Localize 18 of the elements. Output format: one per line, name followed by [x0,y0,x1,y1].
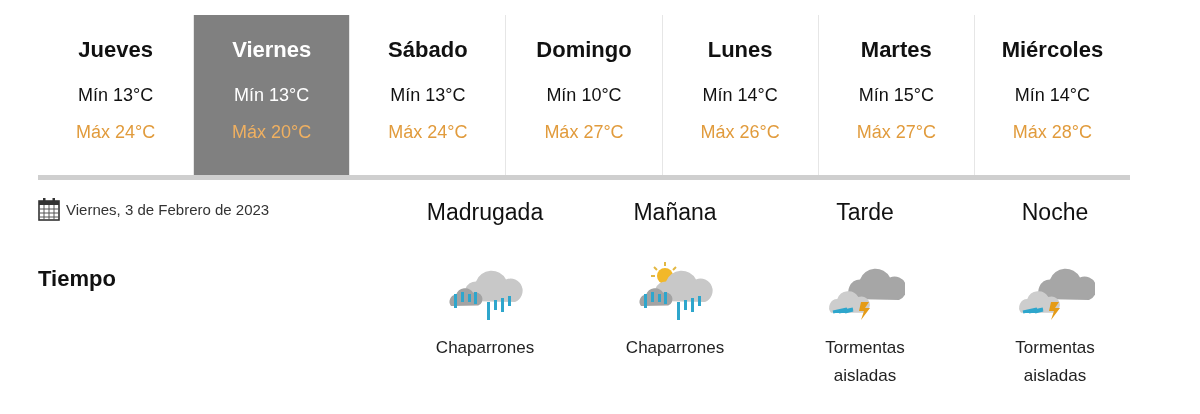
day-tab[interactable]: Jueves Mín 13°C Máx 24°C [38,15,194,175]
day-tab[interactable]: Domingo Mín 10°C Máx 27°C [505,15,662,175]
day-tab[interactable]: Miércoles Mín 14°C Máx 28°C [973,15,1130,175]
condition-label: Tormentas aisladas [824,337,906,387]
day-tab[interactable]: Sábado Mín 13°C Máx 24°C [349,15,506,175]
condition-label: Chaparrones [624,337,726,359]
condition-label: Chaparrones [434,337,536,359]
period-heading: Noche [1021,199,1089,226]
day-tab[interactable]: Viernes Mín 13°C Máx 20°C [193,15,350,175]
section-title: Tiempo [38,266,117,292]
calendar-icon [38,197,60,221]
period-heading: Tarde [836,199,894,226]
day-tab[interactable]: Lunes Mín 14°C Máx 26°C [661,15,818,175]
condition-label: Tormentas aisladas [1014,337,1096,387]
date-label: Viernes, 3 de Febrero de 2023 [66,200,270,218]
day-tab[interactable]: Martes Mín 15°C Máx 27°C [817,15,974,175]
period-heading: Madrugada [426,199,544,226]
period-heading: Mañana [633,199,717,226]
